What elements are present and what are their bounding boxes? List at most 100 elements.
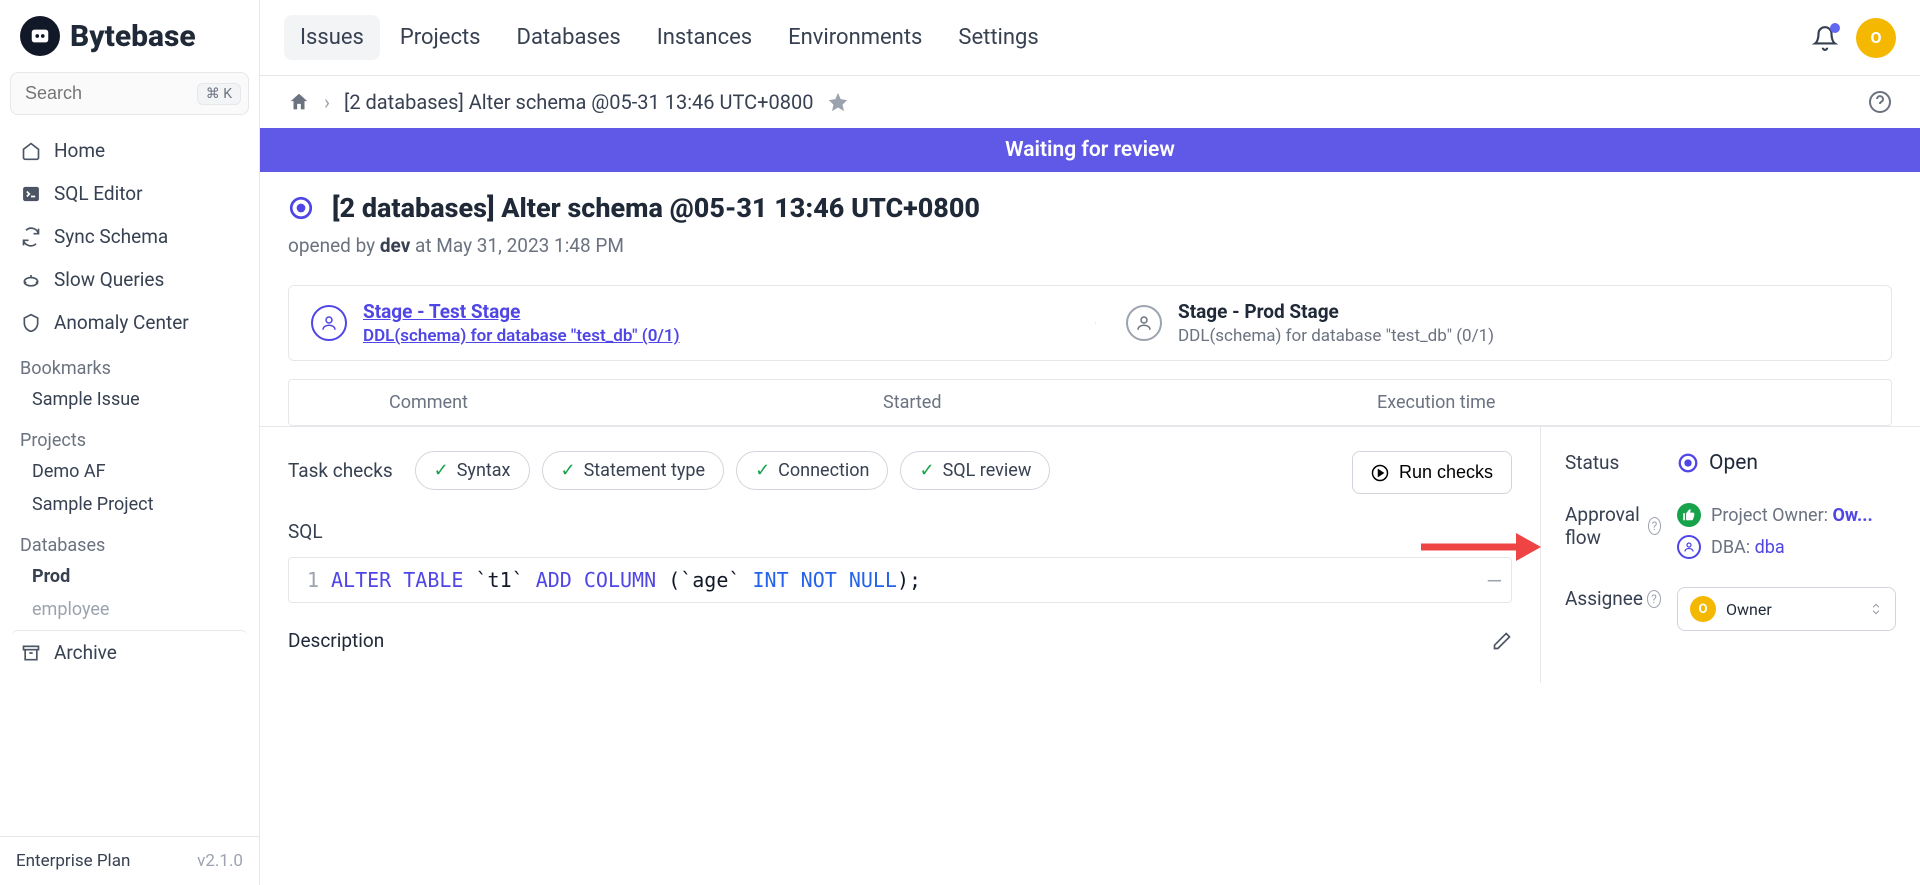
plan-label[interactable]: Enterprise Plan <box>16 851 130 871</box>
status-value: Open <box>1709 451 1758 475</box>
assignee-select[interactable]: O Owner <box>1677 587 1896 631</box>
execution-table: Comment Started Execution time <box>288 379 1892 426</box>
issue-author[interactable]: dev <box>380 234 410 257</box>
topnav: Issues Projects Databases Instances Envi… <box>260 0 1920 76</box>
chevron-updown-icon <box>1869 602 1883 616</box>
task-checks-label: Task checks <box>288 451 393 482</box>
check-connection[interactable]: ✓ Connection <box>736 451 888 490</box>
sidebar-item-label: Home <box>54 139 105 162</box>
sidebar-item-label: Archive <box>54 641 117 664</box>
section-bookmarks: Bookmarks <box>12 344 247 383</box>
breadcrumb: › [2 databases] Alter schema @05-31 13:4… <box>260 76 1920 128</box>
sidebar-item-label: Sync Schema <box>54 225 168 248</box>
avatar-icon: O <box>1690 596 1716 622</box>
description-label: Description <box>288 629 384 652</box>
star-icon[interactable] <box>827 91 849 113</box>
col-comment: Comment <box>309 392 883 413</box>
avatar-initial: O <box>1870 28 1881 47</box>
help-icon[interactable]: ? <box>1647 590 1661 608</box>
col-started: Started <box>883 392 1377 413</box>
tab-settings[interactable]: Settings <box>942 15 1054 60</box>
approval-user[interactable]: Ow... <box>1833 505 1873 526</box>
check-statement-type[interactable]: ✓ Statement type <box>542 451 725 490</box>
approval-flow-label: Approval flow? <box>1565 503 1661 549</box>
sidebar-item-home[interactable]: Home <box>12 129 247 172</box>
sidebar-item-label: Anomaly Center <box>54 311 189 334</box>
sidebar-nav: Home SQL Editor Sync Schema Slow Queries… <box>0 125 259 836</box>
assignee-label: Assignee? <box>1565 587 1661 610</box>
chip-label: SQL review <box>943 460 1032 481</box>
user-icon <box>311 305 347 341</box>
approval-step-owner: Project Owner: Ow... <box>1677 503 1873 527</box>
issue-meta: opened by dev at May 31, 2023 1:48 PM <box>288 234 1892 257</box>
sidebar-item-label: SQL Editor <box>54 182 143 205</box>
tab-instances[interactable]: Instances <box>641 15 768 60</box>
sidebar-item-archive[interactable]: Archive <box>12 630 247 674</box>
check-icon: ✓ <box>434 460 449 481</box>
user-icon <box>1677 535 1701 559</box>
sync-icon <box>20 226 42 248</box>
collapse-icon[interactable]: — <box>1488 568 1501 593</box>
sidebar-item-sync-schema[interactable]: Sync Schema <box>12 215 247 258</box>
chip-label: Statement type <box>584 460 705 481</box>
check-icon: ✓ <box>561 460 576 481</box>
check-syntax[interactable]: ✓ Syntax <box>415 451 530 490</box>
section-databases: Databases <box>12 521 247 560</box>
sidebar-footer: Enterprise Plan v2.1.0 <box>0 836 259 885</box>
help-icon[interactable] <box>1868 90 1892 114</box>
sql-code: ALTER TABLE `t1` ADD COLUMN (`age` INT N… <box>331 568 921 592</box>
tab-projects[interactable]: Projects <box>384 15 497 60</box>
review-banner: Waiting for review <box>260 128 1920 172</box>
help-icon[interactable]: ? <box>1648 517 1661 535</box>
breadcrumb-title[interactable]: [2 databases] Alter schema @05-31 13:46 … <box>344 90 813 114</box>
user-icon <box>1126 305 1162 341</box>
line-number: 1 <box>303 568 331 592</box>
section-projects: Projects <box>12 416 247 455</box>
brand[interactable]: Bytebase <box>0 0 259 72</box>
stage-title: Stage - Test Stage <box>363 300 680 323</box>
archive-icon <box>20 642 42 664</box>
sidebar: Bytebase ⌘ K Home SQL Editor Sync Schema <box>0 0 260 885</box>
search-input-wrap: ⌘ K <box>10 72 249 115</box>
user-avatar[interactable]: O <box>1856 18 1896 58</box>
approval-step-dba: DBA: dba <box>1677 535 1873 559</box>
breadcrumb-separator-icon: › <box>324 90 330 114</box>
col-execution-time: Execution time <box>1377 392 1871 413</box>
sidebar-item-sql-editor[interactable]: SQL Editor <box>12 172 247 215</box>
notification-dot-icon <box>1830 23 1840 33</box>
issue-sidebar: Status Open Approval flow? Project Owner… <box>1540 427 1920 683</box>
status-label: Status <box>1565 451 1661 474</box>
brand-logo-icon <box>20 16 60 56</box>
sql-editor[interactable]: 1 ALTER TABLE `t1` ADD COLUMN (`age` INT… <box>288 557 1512 603</box>
issue-header: [2 databases] Alter schema @05-31 13:46 … <box>260 172 1920 267</box>
stage-prod[interactable]: Stage - Prod Stage DDL(schema) for datab… <box>1076 286 1891 360</box>
tab-databases[interactable]: Databases <box>501 15 637 60</box>
turtle-icon <box>20 269 42 291</box>
edit-icon[interactable] <box>1492 631 1512 651</box>
breadcrumb-home-icon[interactable] <box>288 91 310 113</box>
sidebar-item-label: Slow Queries <box>54 268 164 291</box>
version-label: v2.1.0 <box>197 851 243 871</box>
stage-subtitle: DDL(schema) for database "test_db" (0/1) <box>363 326 680 346</box>
sidebar-item-anomaly-center[interactable]: Anomaly Center <box>12 301 247 344</box>
chip-label: Syntax <box>457 460 511 481</box>
project-item[interactable]: Sample Project <box>12 488 247 521</box>
bookmark-item[interactable]: Sample Issue <box>12 383 247 416</box>
project-item[interactable]: Demo AF <box>12 455 247 488</box>
stage-test[interactable]: Stage - Test Stage DDL(schema) for datab… <box>289 286 1076 360</box>
meta-text: opened by <box>288 234 380 257</box>
approval-user[interactable]: dba <box>1755 537 1785 558</box>
sidebar-item-slow-queries[interactable]: Slow Queries <box>12 258 247 301</box>
database-item[interactable]: Prod <box>12 560 247 593</box>
database-item[interactable]: employee <box>12 593 247 626</box>
brand-name: Bytebase <box>70 19 196 54</box>
run-checks-button[interactable]: Run checks <box>1352 451 1512 494</box>
terminal-icon <box>20 183 42 205</box>
search-shortcut: ⌘ K <box>197 83 241 105</box>
notifications-button[interactable] <box>1812 25 1838 51</box>
tab-issues[interactable]: Issues <box>284 15 380 60</box>
check-icon: ✓ <box>755 460 770 481</box>
tab-environments[interactable]: Environments <box>772 15 938 60</box>
check-sql-review[interactable]: ✓SQL review <box>900 451 1050 490</box>
chip-label: Connection <box>778 460 869 481</box>
